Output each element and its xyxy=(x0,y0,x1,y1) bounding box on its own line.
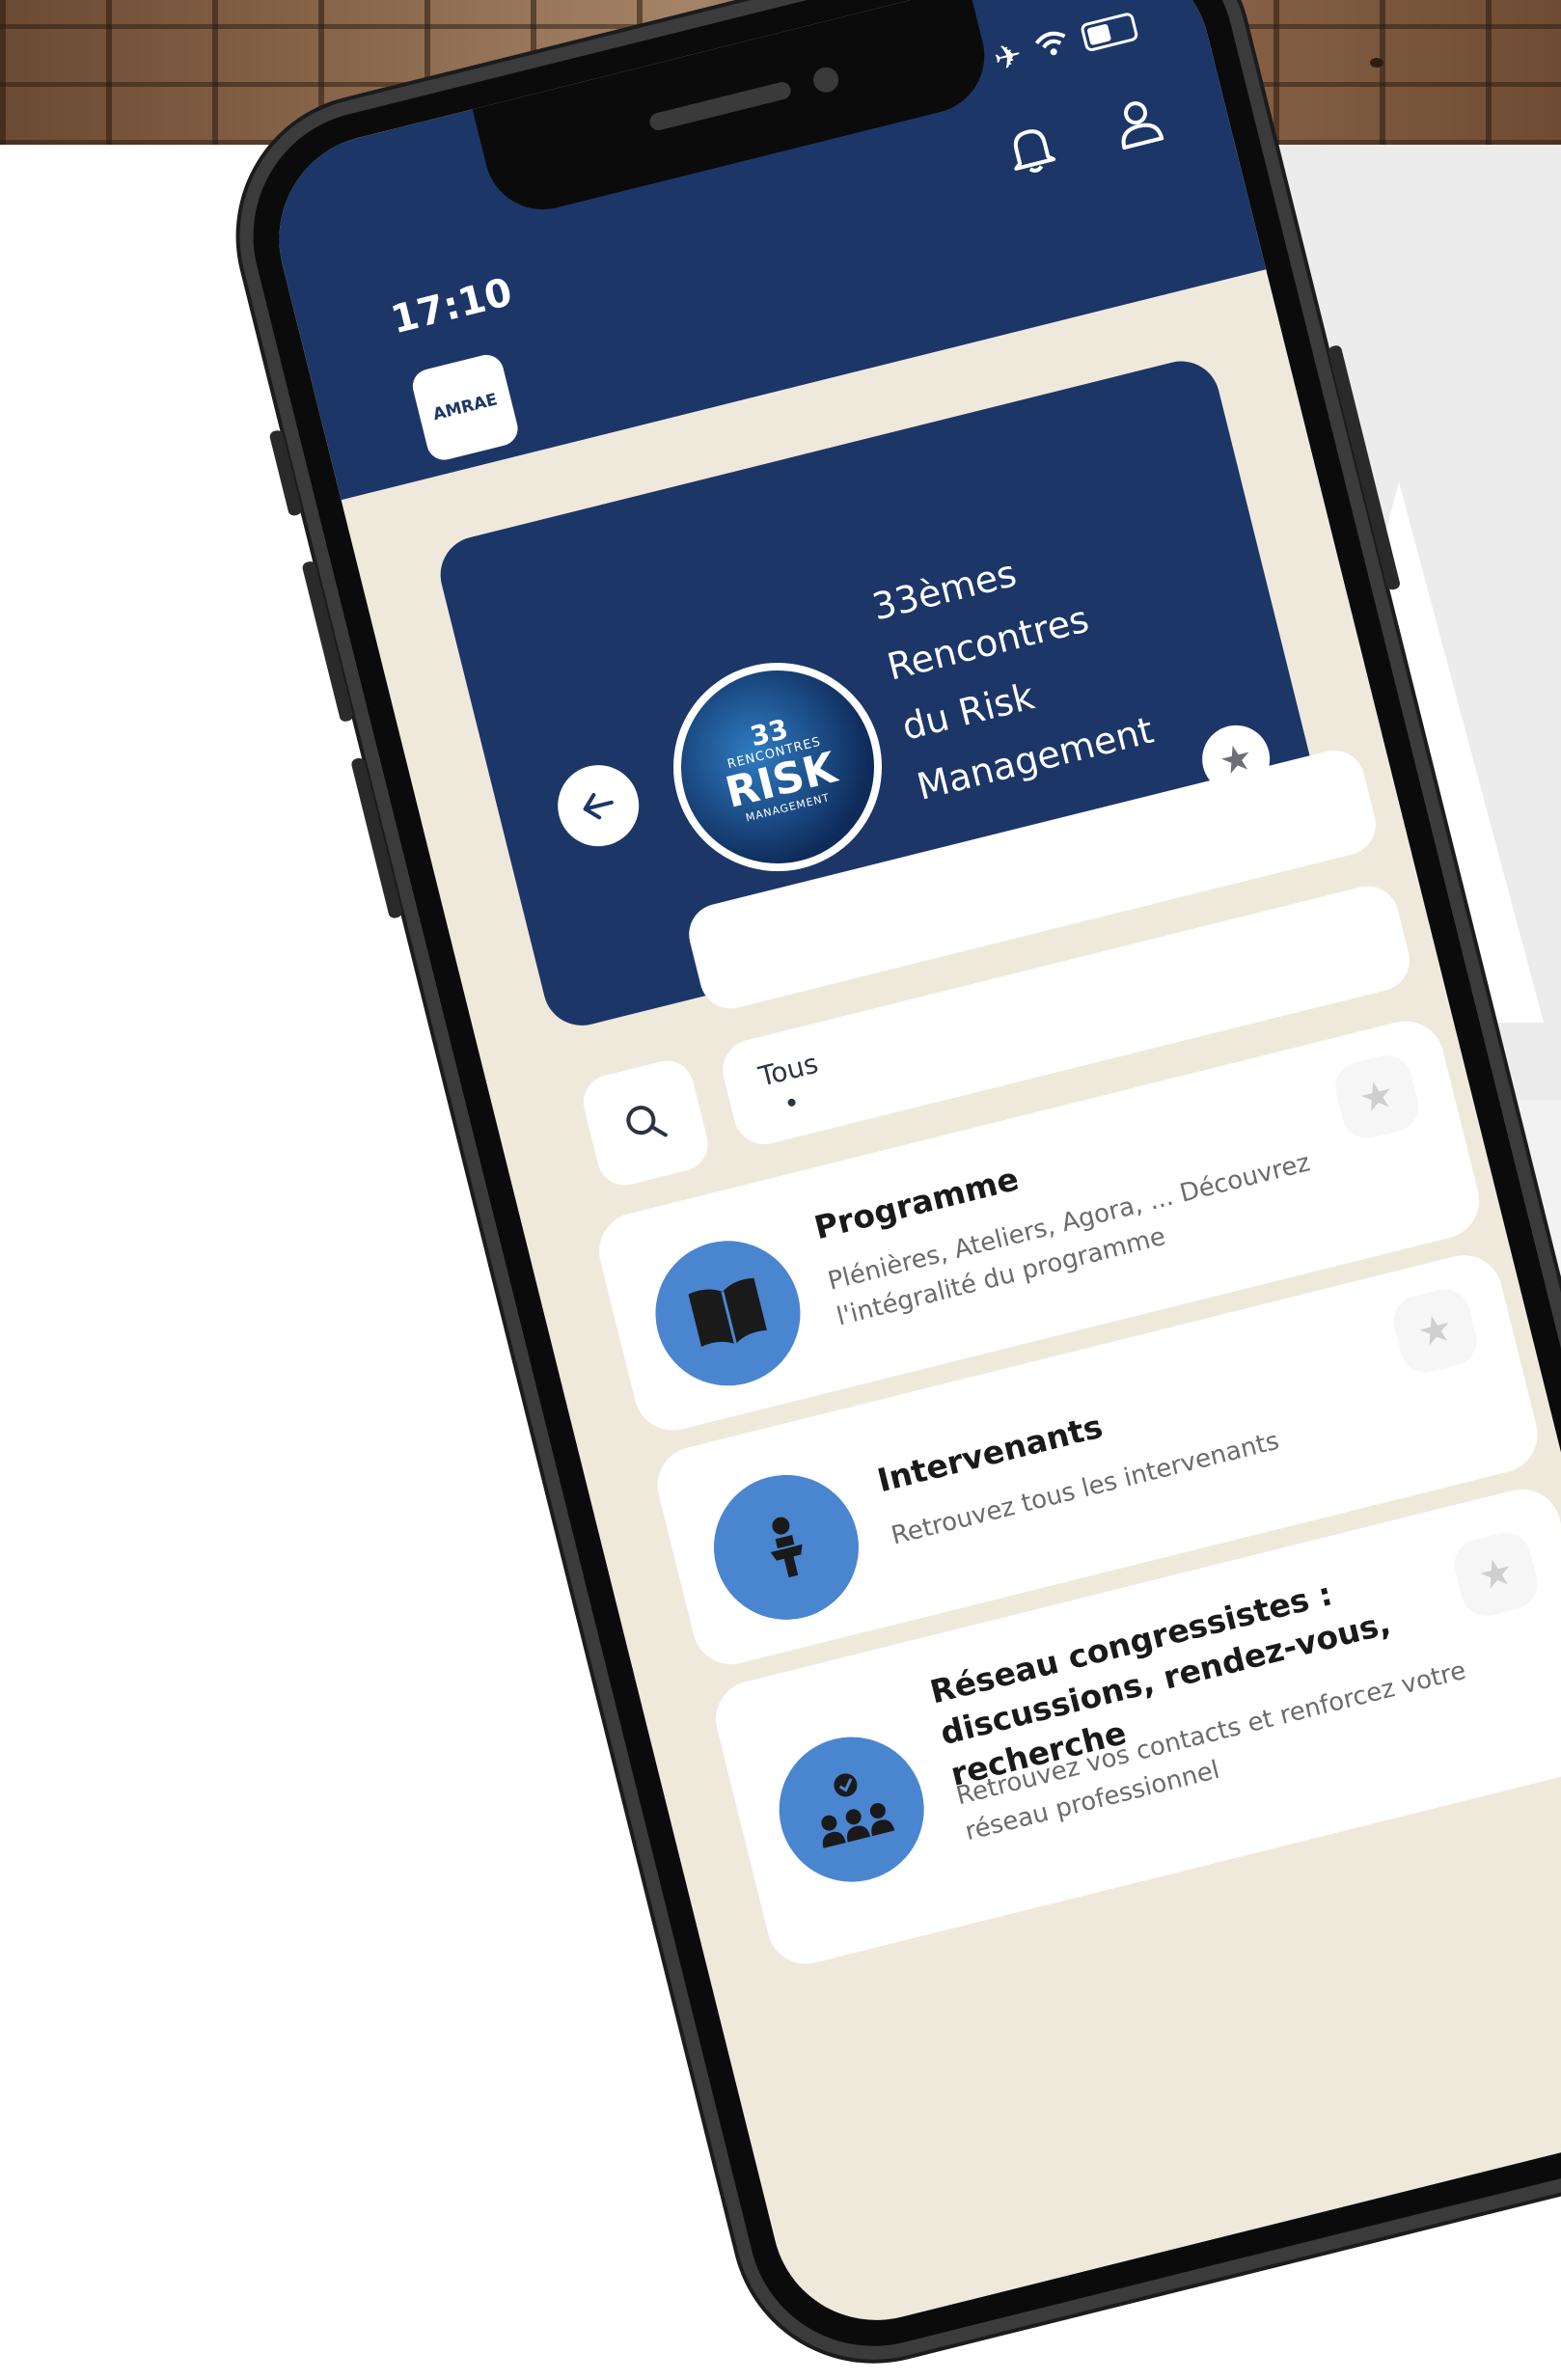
arrow-left-icon xyxy=(583,793,614,820)
search-icon xyxy=(626,1106,668,1137)
event-title: 33èmes Rencontres du Risk Management xyxy=(865,499,1244,818)
speaker-podium-icon xyxy=(698,1459,874,1635)
earpiece xyxy=(647,80,793,132)
volume-up-button xyxy=(301,560,355,724)
favorite-button[interactable]: ★ xyxy=(1329,1050,1424,1144)
network-people-icon xyxy=(763,1721,940,1898)
star-icon: ★ xyxy=(1355,1071,1400,1123)
star-icon: ★ xyxy=(1473,1548,1519,1600)
front-camera xyxy=(810,64,841,96)
search-button[interactable] xyxy=(577,1054,714,1191)
drawer-knob xyxy=(1370,58,1383,68)
book-icon xyxy=(640,1225,816,1402)
star-icon: ★ xyxy=(1412,1304,1458,1357)
volume-down-button xyxy=(350,756,403,919)
filter-tab-all[interactable]: Tous xyxy=(755,1048,821,1093)
active-filter-indicator xyxy=(786,1097,797,1108)
wifi-icon xyxy=(1031,23,1073,68)
event-logo: 33 RENCONTRES RISK MANAGEMENT xyxy=(651,641,904,893)
back-button[interactable] xyxy=(549,756,648,856)
battery-icon xyxy=(1080,11,1139,53)
mute-switch xyxy=(268,428,303,517)
